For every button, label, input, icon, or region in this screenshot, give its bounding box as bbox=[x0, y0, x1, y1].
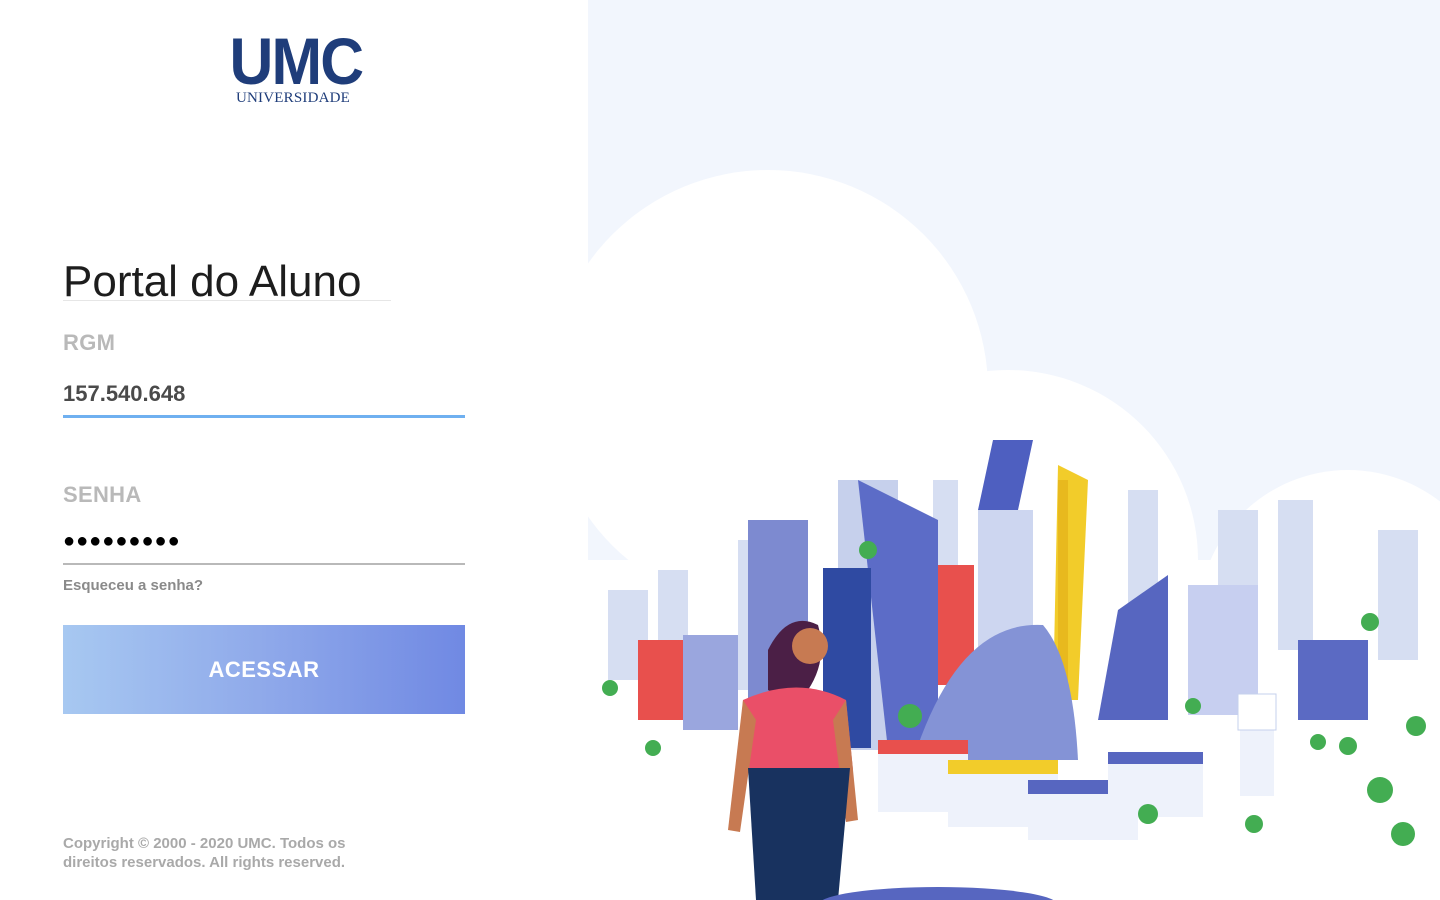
illustration-svg bbox=[588, 170, 1440, 900]
copyright-text: Copyright © 2000 - 2020 UMC. Todos os di… bbox=[63, 835, 346, 871]
title-divider bbox=[63, 300, 391, 301]
rgm-label: RGM bbox=[63, 330, 116, 355]
acessar-button[interactable]: ACESSAR bbox=[63, 625, 465, 714]
senha-label: SENHA bbox=[63, 482, 142, 507]
umc-logo: UMC UNIVERSIDADE bbox=[224, 24, 365, 110]
forgot-password-link[interactable]: Esqueceu a senha? bbox=[63, 577, 203, 594]
city-campus-illustration bbox=[588, 0, 1440, 900]
login-panel: UMC UNIVERSIDADE Portal do Aluno RGM SEN… bbox=[0, 0, 588, 900]
password-input[interactable] bbox=[63, 522, 465, 565]
page-title: Portal do Aluno bbox=[63, 257, 362, 307]
logo-wordmark: UMC bbox=[229, 24, 365, 98]
rgm-input[interactable] bbox=[63, 372, 465, 418]
